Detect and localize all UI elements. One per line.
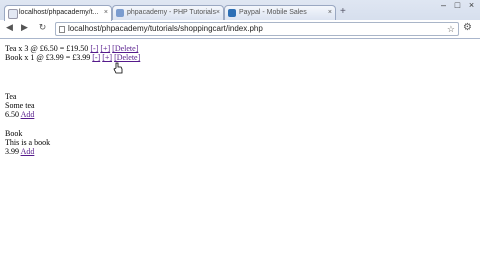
address-bar[interactable]: localhost/phpacademy/tutorials/shoppingc… [55,22,459,36]
browser-toolbar: ◀ ▶ ↻ localhost/phpacademy/tutorials/sho… [0,20,480,38]
product-description: This is a book [5,138,51,147]
cart-item-text: Book x 1 @ £3.99 = £3.99 [5,53,91,62]
cart-item: Tea x 3 @ £6.50 = £19.50 [-] [+] [Delete… [5,44,140,53]
bookmark-star-icon[interactable]: ☆ [447,23,455,35]
tab-title: phpacademy - PHP Tutorials [127,9,216,16]
paypal-favicon-icon [228,9,236,17]
close-window-button[interactable]: × [465,0,478,11]
maximize-button[interactable]: □ [451,0,464,11]
page-icon [59,26,65,33]
increase-quantity-link[interactable]: [+] [100,44,110,53]
url-text: localhost/phpacademy/tutorials/shoppingc… [68,24,263,33]
decrease-quantity-link[interactable]: [-] [92,53,100,62]
decrease-quantity-link[interactable]: [-] [90,44,98,53]
add-to-cart-link[interactable]: Add [21,147,35,156]
product-price: 6.50 [5,110,19,119]
hand-cursor-icon [113,62,123,74]
page-favicon-icon [8,9,18,19]
new-tab-button[interactable]: + [340,6,346,17]
tab-phpacademy[interactable]: phpacademy - PHP Tutorials × [112,5,224,20]
add-to-cart-link[interactable]: Add [21,110,35,119]
tab-paypal[interactable]: Paypal - Mobile Sales × [224,5,336,20]
tab-shopping-cart[interactable]: localhost/phpacademy/t... × [4,5,112,21]
close-tab-icon[interactable]: × [216,9,220,16]
site-favicon-icon [116,9,124,17]
product-name: Book [5,129,23,138]
increase-quantity-link[interactable]: [+] [102,53,112,62]
tab-title: localhost/phpacademy/t... [19,9,99,16]
wrench-menu-icon[interactable]: ⚙ [463,22,472,33]
reload-button[interactable]: ↻ [36,22,49,35]
product-description: Some tea [5,101,35,110]
product-block: Book This is a book 3.99 Add [5,129,140,156]
product-name: Tea [5,92,17,101]
product-price: 3.99 [5,147,19,156]
minimize-button[interactable]: – [437,0,450,11]
tab-title: Paypal - Mobile Sales [239,9,307,16]
page-content: Tea x 3 @ £6.50 = £19.50 [-] [+] [Delete… [5,44,140,156]
close-tab-icon[interactable]: × [104,9,108,16]
delete-item-link[interactable]: [Delete] [112,44,138,53]
browser-chrome: localhost/phpacademy/t... × phpacademy -… [0,0,480,39]
close-tab-icon[interactable]: × [328,9,332,16]
product-block: Tea Some tea 6.50 Add [5,92,140,119]
cart-item-text: Tea x 3 @ £6.50 = £19.50 [5,44,89,53]
delete-item-link[interactable]: [Delete] [114,53,140,62]
forward-button[interactable]: ▶ [18,22,31,35]
cart-item: Book x 1 @ £3.99 = £3.99 [-] [+] [Delete… [5,53,140,62]
tab-strip: localhost/phpacademy/t... × phpacademy -… [0,0,480,21]
back-button[interactable]: ◀ [3,22,16,35]
